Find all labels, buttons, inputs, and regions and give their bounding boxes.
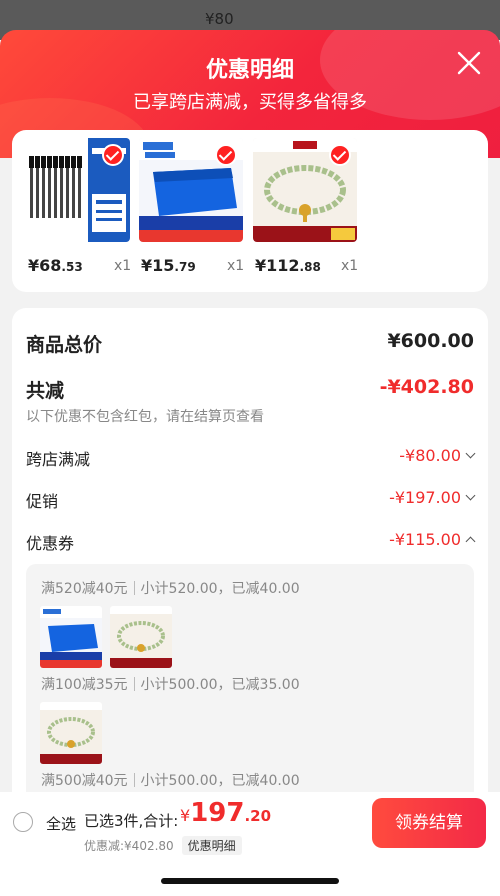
product-item[interactable]: ¥15.79 x1 <box>139 138 244 275</box>
price-decimal: .79 <box>174 260 196 274</box>
divider <box>133 581 135 595</box>
select-all-radio[interactable] <box>13 812 33 832</box>
page-title: 优惠明细 <box>205 58 294 83</box>
product-list-card: ¥68.53 x1 ¥15.79 x1 ¥112.88 x1 <box>12 130 488 292</box>
close-icon[interactable] <box>456 50 482 76</box>
discount-amount: 优惠减:¥402.80 <box>84 839 174 853</box>
product-item[interactable]: ¥68.53 x1 <box>26 138 131 275</box>
cross-store-label: 跨店满减 <box>26 450 91 469</box>
selected-check-icon[interactable] <box>215 144 237 166</box>
product-quantity: x1 <box>227 258 245 274</box>
coupon-detail-panel: 满520减40元 小计520.00，已减40.00 满100减35元 小计500.0… <box>26 564 474 814</box>
coupon-rule-line: 满520减40元 小计520.00，已减40.00 <box>41 578 300 598</box>
pen-product-thumb <box>26 138 130 242</box>
price-decimal: .53 <box>61 260 83 274</box>
promotion-label: 促销 <box>26 492 59 511</box>
discount-detail-tag[interactable]: 优惠明细 <box>181 836 242 855</box>
total-reduction-label: 共减 <box>26 380 65 402</box>
total-integer: 197 <box>190 798 245 828</box>
coupon-subtotal: 小计520.00，已减40.00 <box>140 581 300 597</box>
chevron-down-icon[interactable] <box>465 490 476 501</box>
jade-bracelet-product-thumb <box>40 702 102 764</box>
coupon-value: -¥115.00 <box>389 530 476 549</box>
total-price-value: ¥600.00 <box>387 330 474 352</box>
selected-check-icon[interactable] <box>102 144 124 166</box>
blue-crate-product-thumb <box>40 606 102 668</box>
product-price: ¥15.79 <box>141 256 196 275</box>
price-summary-card: 商品总价 ¥600.00 共减 -¥402.80 以下优惠不包含红包，请在结算页… <box>12 308 488 828</box>
discount-note: 以下优惠不包含红包，请在结算页查看 <box>26 409 264 425</box>
promotion-value: -¥197.00 <box>389 488 476 507</box>
page-subtitle: 已享跨店满减，买得多省得多 <box>133 92 367 113</box>
coupon-label: 优惠券 <box>26 534 75 553</box>
selected-check-icon[interactable] <box>329 144 351 166</box>
divider <box>133 677 135 691</box>
jade-bracelet-product-thumb <box>110 606 172 668</box>
coupon-amount: -¥115.00 <box>389 530 461 549</box>
discount-summary: 优惠减:¥402.80 优惠明细 <box>84 836 242 855</box>
jade-bracelet-product-thumb <box>253 138 357 242</box>
promotion-amount: -¥197.00 <box>389 488 461 507</box>
chevron-up-icon[interactable] <box>465 536 476 547</box>
coupon-rule-line: 满100减35元 小计500.00，已减35.00 <box>41 674 300 694</box>
total-decimal: .20 <box>244 807 272 825</box>
select-all-label[interactable]: 全选 <box>46 813 76 834</box>
coupon-subtotal: 小计500.00，已减40.00 <box>140 773 300 789</box>
blue-crate-product-thumb <box>139 138 243 242</box>
total-reduction-value: -¥402.80 <box>379 376 474 398</box>
coupon-rule-line: 满500减40元 小计500.00，已减40.00 <box>41 770 300 790</box>
total-currency: ¥ <box>180 806 191 825</box>
product-price: ¥112.88 <box>255 256 321 275</box>
coupon-rule: 满100减35元 <box>41 677 128 693</box>
total-price-label: 商品总价 <box>26 334 103 356</box>
product-price: ¥68.53 <box>28 256 83 275</box>
price-decimal: .88 <box>299 260 321 274</box>
cross-store-value: -¥80.00 <box>399 446 476 465</box>
price-integer: ¥15 <box>141 256 175 275</box>
price-integer: ¥68 <box>28 256 62 275</box>
price-integer: ¥112 <box>255 256 300 275</box>
checkout-button[interactable]: 领券结算 <box>372 798 486 848</box>
cross-store-amount: -¥80.00 <box>399 446 461 465</box>
product-quantity: x1 <box>341 258 359 274</box>
divider <box>133 773 135 787</box>
total-amount: ¥197.20 <box>180 798 271 828</box>
coupon-rule: 满500减40元 <box>41 773 128 789</box>
coupon-rule: 满520减40元 <box>41 581 128 597</box>
coupon-subtotal: 小计500.00，已减35.00 <box>140 677 300 693</box>
background-price: ¥80 <box>205 10 234 28</box>
home-indicator[interactable] <box>161 878 339 884</box>
selected-count-label: 已选3件,合计: <box>84 812 179 830</box>
product-item[interactable]: ¥112.88 x1 <box>253 138 358 275</box>
product-quantity: x1 <box>114 258 132 274</box>
chevron-down-icon[interactable] <box>465 448 476 459</box>
